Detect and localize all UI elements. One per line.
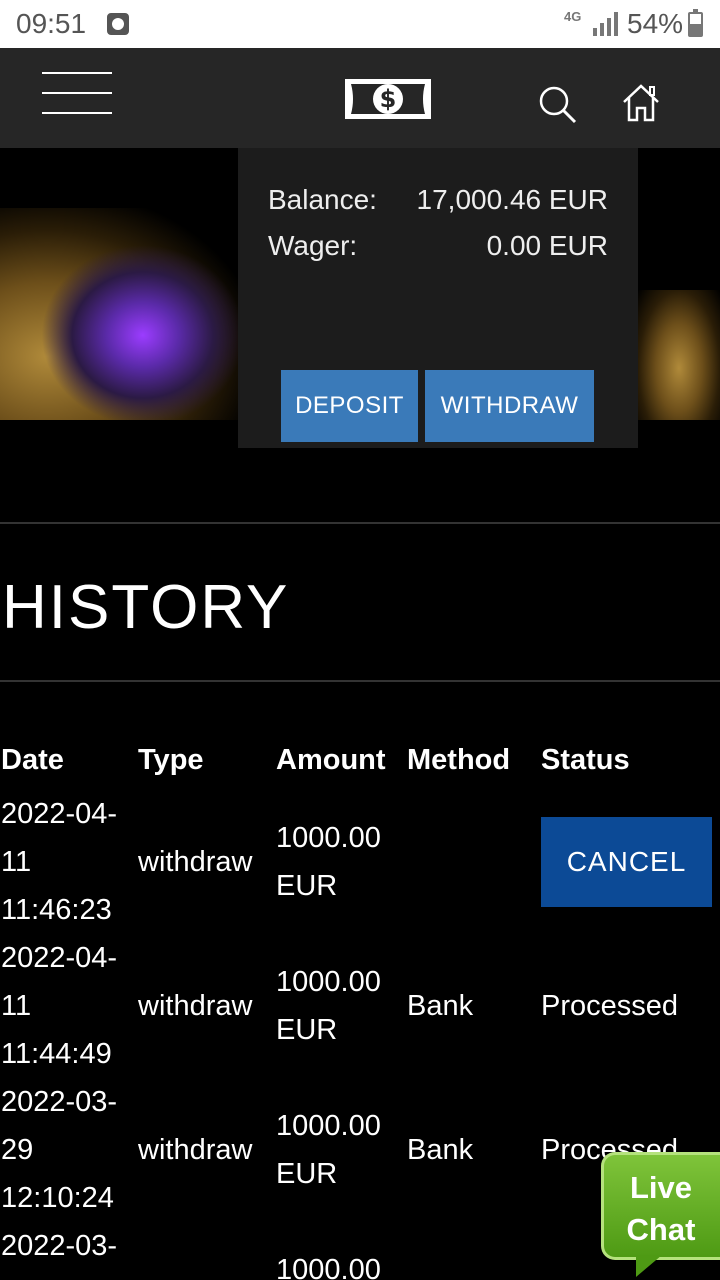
- cancel-button[interactable]: CANCEL: [541, 817, 712, 907]
- column-header-status: Status: [541, 744, 630, 776]
- cell-type: withdraw: [138, 990, 253, 1022]
- search-icon[interactable]: [537, 84, 577, 124]
- page-title: HISTORY: [2, 573, 290, 642]
- alarm-icon: [107, 13, 129, 35]
- cell-amount: 1000.00: [276, 1254, 381, 1280]
- live-chat-button[interactable]: Live Chat: [601, 1152, 720, 1260]
- cell-date: 2022-03- 29 12:10:24: [1, 1086, 118, 1214]
- cell-type: withdraw: [138, 846, 253, 878]
- balance-value: 17,000.46 EUR: [416, 184, 608, 215]
- cell-date: 2022-04- 11 11:44:49: [1, 942, 118, 1070]
- dollar-bill-icon[interactable]: $: [345, 79, 431, 119]
- divider: [0, 522, 720, 524]
- cell-amount: 1000.00 EUR: [276, 966, 381, 1046]
- cell-method: Bank: [407, 1134, 474, 1166]
- live-chat-label: Chat: [626, 1212, 696, 1247]
- hamburger-menu-icon[interactable]: [42, 72, 112, 116]
- battery-percent: 54%: [627, 8, 684, 39]
- column-header-method: Method: [407, 744, 511, 776]
- column-header-amount: Amount: [276, 744, 386, 776]
- home-icon[interactable]: [621, 83, 661, 123]
- status-time: 09:51: [16, 8, 87, 39]
- balance-panel: Balance: 17,000.46 EUR Wager: 0.00 EUR D…: [238, 148, 638, 448]
- status-bar: 09:51 4G 54%: [0, 0, 720, 48]
- cell-date: 2022-04- 11 11:46:23: [1, 798, 118, 926]
- battery-icon: [688, 9, 703, 37]
- deposit-button[interactable]: DEPOSIT: [281, 370, 418, 442]
- cell-type: withdraw: [138, 1134, 253, 1166]
- cell-amount: 1000.00 EUR: [276, 1110, 381, 1190]
- network-type: 4G: [564, 9, 582, 24]
- hero-image-right: [638, 290, 720, 420]
- live-chat-label: Live: [629, 1170, 693, 1205]
- chat-bubble-tail: [636, 1255, 662, 1277]
- column-header-date: Date: [1, 744, 64, 776]
- divider: [0, 680, 720, 682]
- wager-label: Wager:: [268, 230, 358, 261]
- cell-amount: 1000.00 EUR: [276, 822, 381, 902]
- svg-text:$: $: [380, 85, 397, 113]
- hero-image: [0, 208, 238, 420]
- cell-date: 2022-03-: [1, 1230, 118, 1262]
- cell-method: Bank: [407, 990, 474, 1022]
- withdraw-button[interactable]: WITHDRAW: [425, 370, 594, 442]
- wager-value: 0.00 EUR: [486, 230, 608, 261]
- column-header-type: Type: [138, 744, 204, 776]
- signal-icon: [593, 12, 618, 36]
- cell-status: Processed: [541, 990, 679, 1022]
- balance-label: Balance:: [268, 184, 377, 215]
